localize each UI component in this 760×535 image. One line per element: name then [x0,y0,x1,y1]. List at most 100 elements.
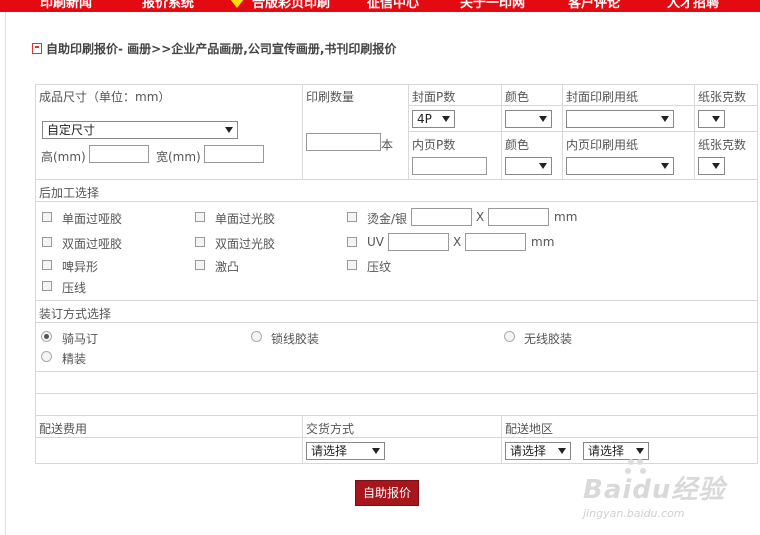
single-gloss-checkbox[interactable] [195,212,205,222]
quote-form: 成品尺寸（单位：mm） 自定尺寸 高(mm) 宽(mm) 印刷数量 本 封面P数… [35,84,758,464]
uv-x: X [453,235,462,249]
inner-weight-header: 纸张克数 [698,138,747,152]
hot-stamp-label: 烫金/银 [367,212,408,226]
inner-color-header: 颜色 [505,138,530,152]
chevron-down-icon [661,116,669,122]
single-matte-label: 单面过哑胶 [62,212,123,226]
cover-paper-select[interactable] [566,110,674,128]
inner-color-select[interactable] [505,157,552,175]
nav-item-news[interactable]: 印刷新闻 [40,0,92,11]
chevron-down-icon [442,116,450,122]
inner-weight-select[interactable] [698,157,725,175]
nav-item-about[interactable]: 关于一印网 [460,0,525,11]
hardcover-radio[interactable] [41,351,52,362]
quantity-unit: 本 [381,138,394,152]
uv-length-input[interactable] [388,233,449,251]
size-select-value: 自定尺寸 [47,123,96,137]
double-matte-label: 双面过哑胶 [62,237,123,251]
inner-paper-header: 内页印刷用纸 [566,138,639,152]
delivery-header-row [35,415,758,438]
size-select[interactable]: 自定尺寸 [42,121,238,139]
nav-item-jobs[interactable]: 人才招聘 [667,0,719,11]
cover-pages-header: 封面P数 [412,90,456,104]
hot-stamp-unit: mm [554,210,578,224]
saddle-radio[interactable] [41,331,52,342]
size-header: 成品尺寸（单位：mm） [39,90,171,104]
height-input[interactable] [89,145,149,163]
province-select[interactable]: 请选择 [505,442,571,460]
uv-unit: mm [531,235,555,249]
delivery-method-select[interactable]: 请选择 [306,442,385,460]
province-value: 请选择 [510,444,547,458]
uv-checkbox[interactable] [347,237,357,247]
perfect-radio[interactable] [504,331,515,342]
sewn-label: 锁线胶装 [271,332,320,346]
hot-stamp-length-input[interactable] [411,208,472,226]
uv-width-input[interactable] [465,233,526,251]
die-cut-label: 啤异形 [62,260,99,274]
nav-item-gang-printing[interactable]: 合版彩页印刷 [252,0,330,11]
sewn-radio[interactable] [251,331,262,342]
binding-options-cell [35,322,758,372]
delivery-method-value: 请选择 [311,444,348,458]
star-icon [226,0,248,8]
chevron-down-icon [661,163,669,169]
top-nav: 印刷新闻 报价系统 合版彩页印刷 征信中心 关于一印网 客户评论 人才招聘 [0,0,760,12]
empty-row-2 [35,393,758,416]
height-label: 高(mm) [41,150,86,164]
chevron-down-icon [539,116,547,122]
delivery-area-header: 配送地区 [505,422,554,436]
width-input[interactable] [204,145,264,163]
post-header-cell [35,179,758,202]
chevron-down-icon [712,163,720,169]
binding-header-cell [35,300,758,323]
die-cut-checkbox[interactable] [42,260,52,270]
saddle-label: 骑马订 [62,332,99,346]
submit-quote-button[interactable]: 自助报价 [355,480,419,506]
cover-color-header: 颜色 [505,90,530,104]
cover-pages-value: 4P [417,112,432,126]
inner-pages-header: 内页P数 [412,138,456,152]
post-header: 后加工选择 [39,186,100,200]
nav-item-reviews[interactable]: 客户评论 [568,0,620,11]
crease-checkbox[interactable] [42,281,52,291]
hot-stamp-x: X [476,210,485,224]
watermark-main: Baidu经验 [583,475,726,505]
chevron-down-icon [372,448,380,454]
hot-stamp-width-input[interactable] [488,208,549,226]
cover-pages-select[interactable]: 4P [412,110,455,128]
watermark-sub: jingyan.baidu.com [583,507,685,520]
page-title: 自助印刷报价- 画册>>企业产品画册,公司宣传画册,书刊印刷报价 [32,40,396,57]
texture-label: 压纹 [367,260,392,274]
watermark: Baidu经验 jingyan.baidu.com [583,455,753,530]
double-matte-checkbox[interactable] [42,237,52,247]
left-border [5,12,6,535]
cover-color-select[interactable] [505,110,552,128]
texture-checkbox[interactable] [347,260,357,270]
quantity-input[interactable] [306,133,381,151]
chevron-down-icon [558,448,566,454]
delivery-method-header: 交货方式 [306,422,355,436]
single-gloss-label: 单面过光胶 [215,212,276,226]
nav-item-credit[interactable]: 征信中心 [367,0,419,11]
uv-label: UV [367,235,384,249]
binding-header: 装订方式选择 [39,307,112,321]
emboss-label: 激凸 [215,260,240,274]
chevron-down-icon [636,448,644,454]
cover-weight-select[interactable] [698,110,725,128]
hot-stamp-checkbox[interactable] [347,212,357,222]
single-matte-checkbox[interactable] [42,212,52,222]
crease-label: 压线 [62,281,87,295]
flag-icon [32,43,42,54]
nav-item-quote-system[interactable]: 报价系统 [142,0,194,11]
inner-paper-select[interactable] [566,157,674,175]
emboss-checkbox[interactable] [195,260,205,270]
cover-paper-header: 封面印刷用纸 [566,90,639,104]
inner-pages-input[interactable] [412,157,487,175]
quantity-header: 印刷数量 [306,90,355,104]
width-label: 宽(mm) [156,150,201,164]
double-gloss-checkbox[interactable] [195,237,205,247]
delivery-fee-header: 配送费用 [39,422,88,436]
perfect-label: 无线胶装 [524,332,573,346]
chevron-down-icon [712,116,720,122]
